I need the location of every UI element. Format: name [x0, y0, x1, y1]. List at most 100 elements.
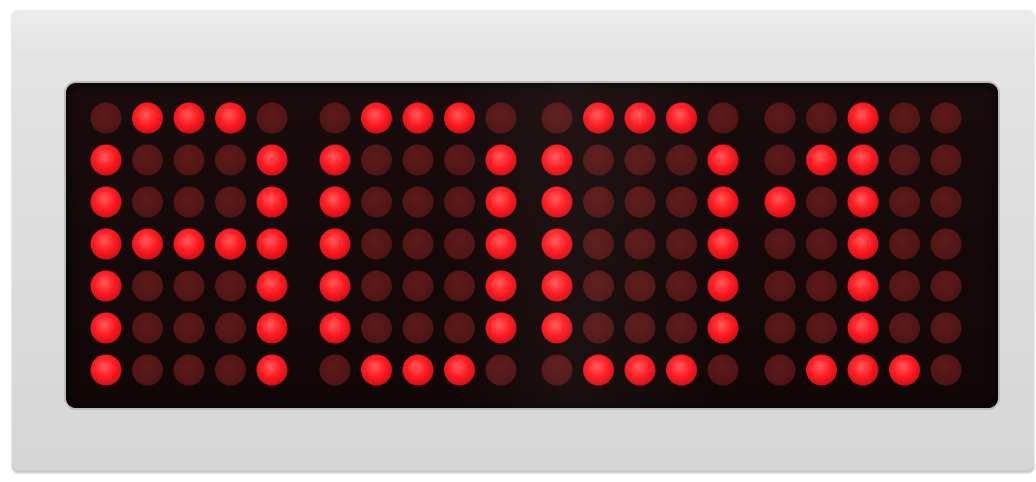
- led-dot-on: [583, 102, 614, 134]
- led-dot-off: [666, 186, 697, 218]
- led-dot-on: [847, 354, 879, 386]
- led-dot-on: [541, 186, 573, 218]
- led-dot-on: [256, 270, 288, 302]
- led-dot-off: [173, 144, 205, 176]
- led-dot-off: [764, 144, 796, 176]
- led-dot-on: [256, 144, 288, 176]
- led-dot-off: [132, 312, 163, 344]
- led-dot-off: [624, 312, 656, 344]
- led-dot-on: [889, 354, 920, 386]
- led-dot-off: [319, 102, 351, 134]
- led-dot-on: [90, 270, 122, 302]
- led-dot-off: [624, 270, 656, 302]
- led-dot-off: [889, 312, 920, 344]
- led-dot-on: [485, 186, 517, 218]
- led-dot-off: [707, 102, 739, 134]
- led-dot-on: [90, 228, 122, 260]
- led-dot-off: [624, 186, 656, 218]
- led-dot-off: [173, 312, 205, 344]
- led-dot-off: [361, 312, 392, 344]
- led-dot-off: [889, 270, 920, 302]
- led-dot-off: [215, 354, 246, 386]
- led-dot-on: [541, 228, 573, 260]
- led-dot-on: [319, 270, 351, 302]
- led-dot-off: [583, 270, 614, 302]
- led-digit-1: [90, 102, 288, 386]
- led-dot-off: [132, 144, 163, 176]
- led-dot-on: [707, 144, 739, 176]
- led-dot-on: [847, 270, 879, 302]
- led-dot-on: [444, 102, 475, 134]
- led-dot-off: [930, 228, 962, 260]
- led-dot-off: [930, 144, 962, 176]
- led-dot-on: [90, 186, 122, 218]
- led-dot-on: [847, 186, 879, 218]
- led-dot-on: [256, 354, 288, 386]
- led-dot-on: [402, 102, 434, 134]
- led-dot-off: [624, 228, 656, 260]
- led-dot-off: [485, 354, 517, 386]
- led-dot-on: [485, 144, 517, 176]
- led-digit-4: [764, 102, 962, 386]
- led-dot-off: [806, 228, 837, 260]
- led-dot-off: [361, 270, 392, 302]
- led-dot-off: [666, 228, 697, 260]
- led-digit-2: [319, 102, 517, 386]
- led-dot-off: [889, 144, 920, 176]
- led-dot-on: [847, 228, 879, 260]
- led-dot-off: [402, 228, 434, 260]
- led-dot-off: [444, 312, 475, 344]
- led-dot-off: [583, 144, 614, 176]
- led-dot-off: [215, 270, 246, 302]
- led-dot-on: [90, 144, 122, 176]
- led-dot-on: [132, 102, 163, 134]
- led-dot-on: [541, 144, 573, 176]
- led-dot-off: [666, 312, 697, 344]
- led-dot-off: [764, 228, 796, 260]
- led-dot-off: [707, 354, 739, 386]
- led-dot-on: [444, 354, 475, 386]
- led-dot-on: [256, 312, 288, 344]
- led-dot-off: [173, 186, 205, 218]
- led-dot-off: [132, 186, 163, 218]
- led-dot-on: [173, 102, 205, 134]
- led-dot-on: [806, 354, 837, 386]
- led-dot-off: [930, 186, 962, 218]
- led-dot-off: [485, 102, 517, 134]
- led-matrix-screen: [66, 83, 998, 408]
- led-dot-off: [583, 228, 614, 260]
- led-dot-on: [806, 144, 837, 176]
- led-dot-off: [444, 144, 475, 176]
- led-dot-on: [541, 270, 573, 302]
- led-dot-off: [764, 312, 796, 344]
- led-dot-on: [256, 228, 288, 260]
- led-dot-on: [624, 102, 656, 134]
- led-dot-on: [485, 228, 517, 260]
- led-dot-on: [402, 354, 434, 386]
- led-dot-off: [444, 228, 475, 260]
- led-dot-off: [666, 144, 697, 176]
- led-dot-off: [402, 270, 434, 302]
- led-dot-off: [583, 186, 614, 218]
- led-dot-on: [583, 354, 614, 386]
- led-dot-off: [764, 102, 796, 134]
- housing-top-bevel: [12, 10, 1034, 56]
- led-dot-off: [764, 270, 796, 302]
- led-dot-off: [806, 270, 837, 302]
- led-dot-off: [173, 270, 205, 302]
- led-dot-off: [402, 144, 434, 176]
- led-dot-on: [485, 312, 517, 344]
- led-dot-on: [541, 312, 573, 344]
- led-dot-on: [624, 354, 656, 386]
- led-dot-on: [707, 228, 739, 260]
- led-dot-off: [444, 186, 475, 218]
- led-dot-off: [930, 312, 962, 344]
- led-dot-off: [361, 186, 392, 218]
- led-dot-on: [707, 270, 739, 302]
- led-dot-on: [319, 312, 351, 344]
- led-dot-off: [806, 102, 837, 134]
- led-dot-off: [806, 186, 837, 218]
- led-dot-on: [666, 354, 697, 386]
- led-dot-off: [173, 354, 205, 386]
- led-display-housing: [12, 10, 1034, 472]
